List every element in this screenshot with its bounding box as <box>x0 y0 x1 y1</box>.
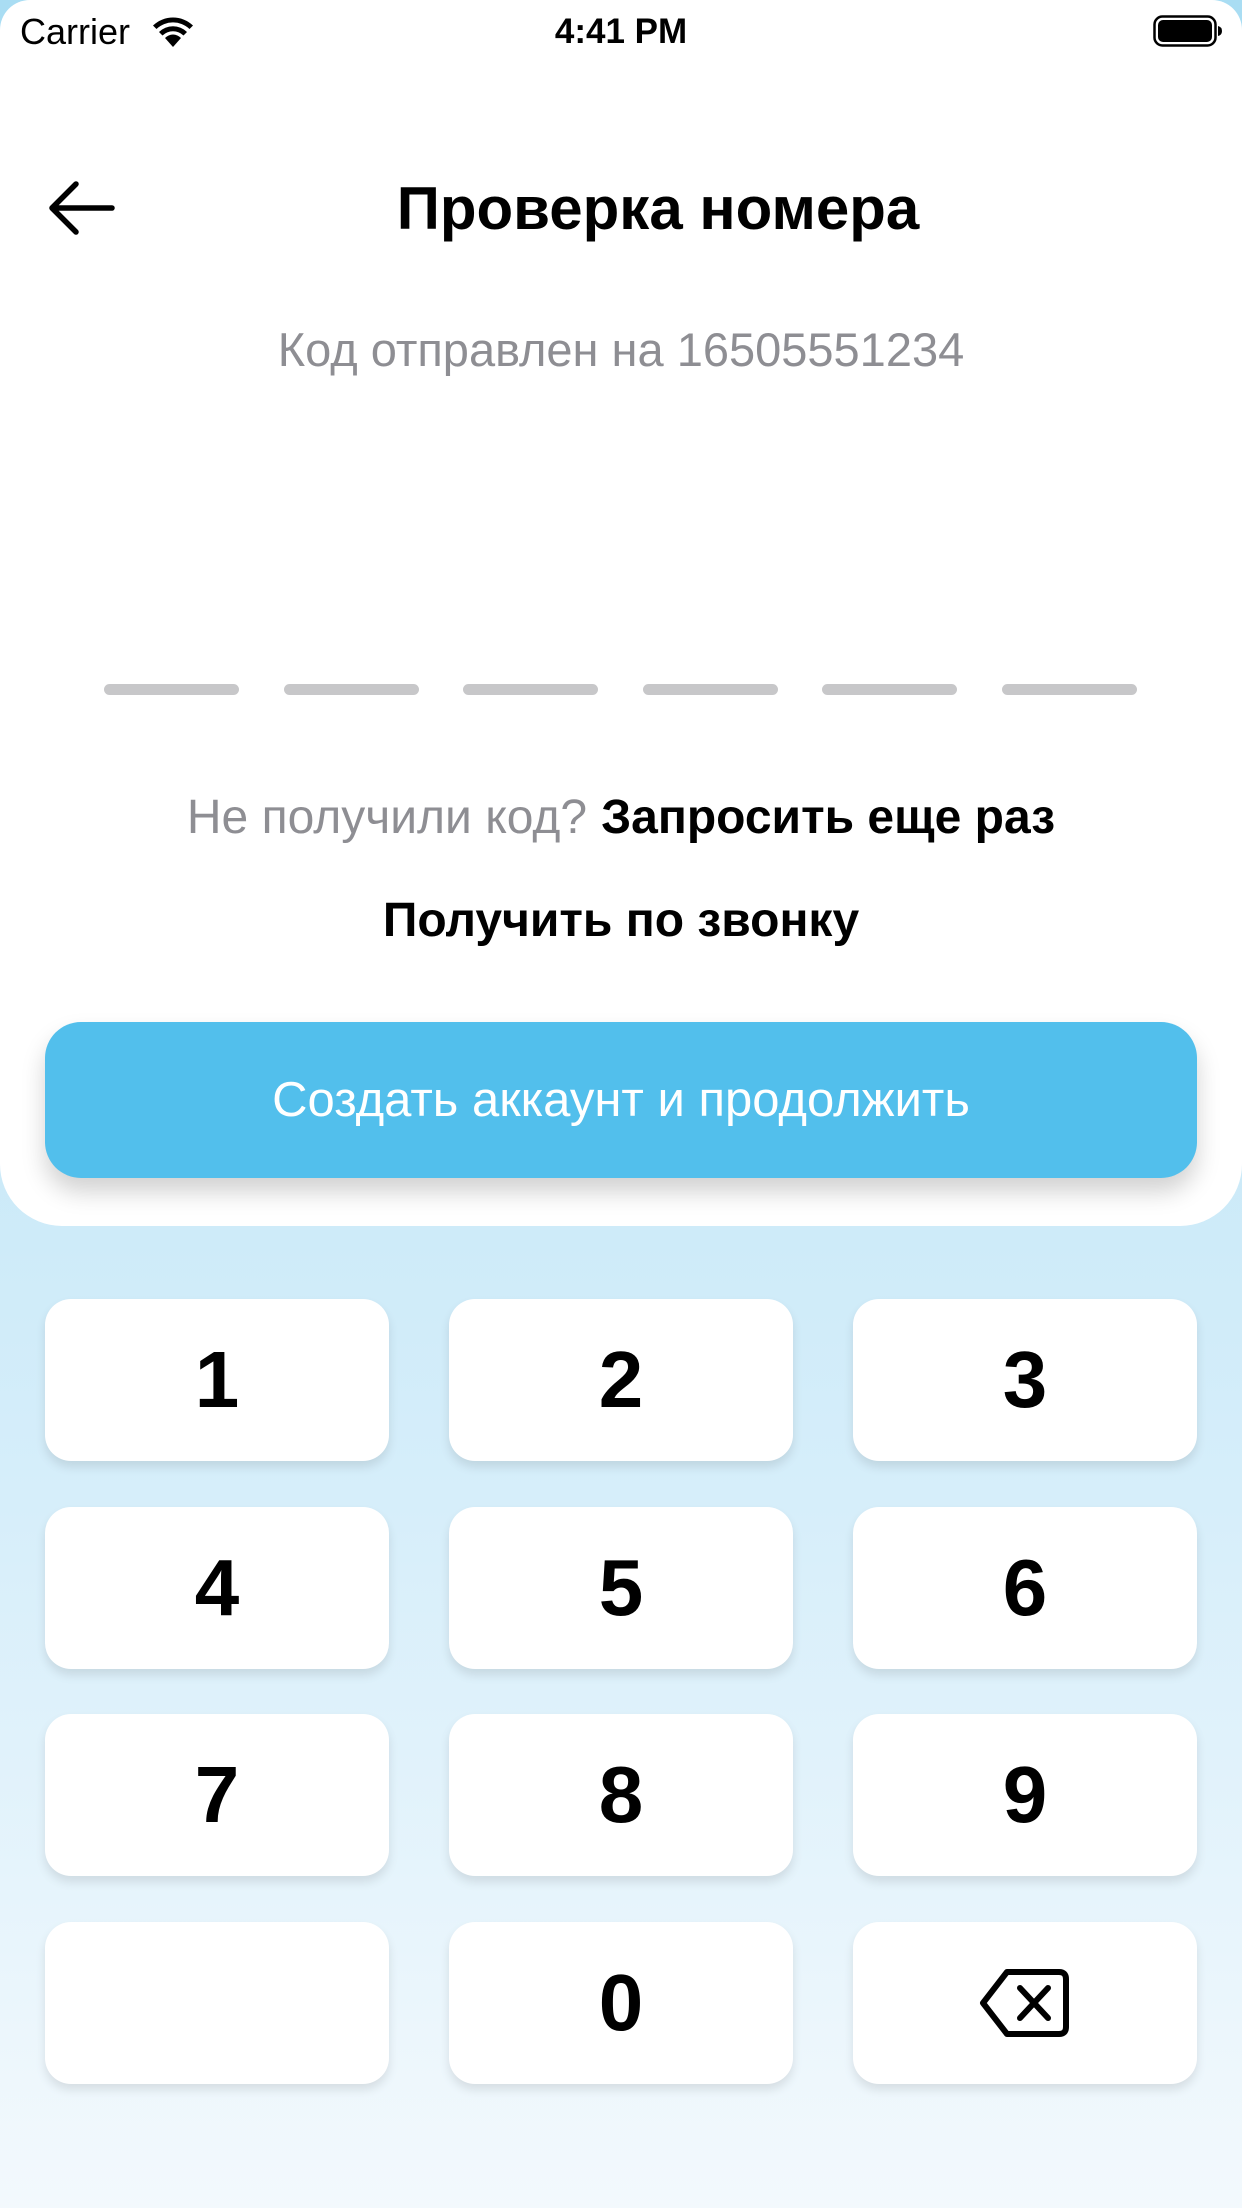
key-6[interactable]: 6 <box>853 1507 1197 1669</box>
key-9[interactable]: 9 <box>853 1714 1197 1876</box>
backspace-icon <box>980 1969 1069 2037</box>
key-3[interactable]: 3 <box>853 1299 1197 1461</box>
numeric-keypad: 1 2 3 4 5 6 7 8 9 0 <box>0 0 1242 2208</box>
key-5[interactable]: 5 <box>449 1507 793 1669</box>
key-0[interactable]: 0 <box>449 1922 793 2084</box>
backspace-key[interactable] <box>853 1922 1197 2084</box>
key-empty <box>45 1922 389 2084</box>
key-1[interactable]: 1 <box>45 1299 389 1461</box>
key-2[interactable]: 2 <box>449 1299 793 1461</box>
key-4[interactable]: 4 <box>45 1507 389 1669</box>
verification-screen: Carrier 4:41 PM Проверка номера Код отпр… <box>0 0 1242 2208</box>
key-7[interactable]: 7 <box>45 1714 389 1876</box>
key-8[interactable]: 8 <box>449 1714 793 1876</box>
